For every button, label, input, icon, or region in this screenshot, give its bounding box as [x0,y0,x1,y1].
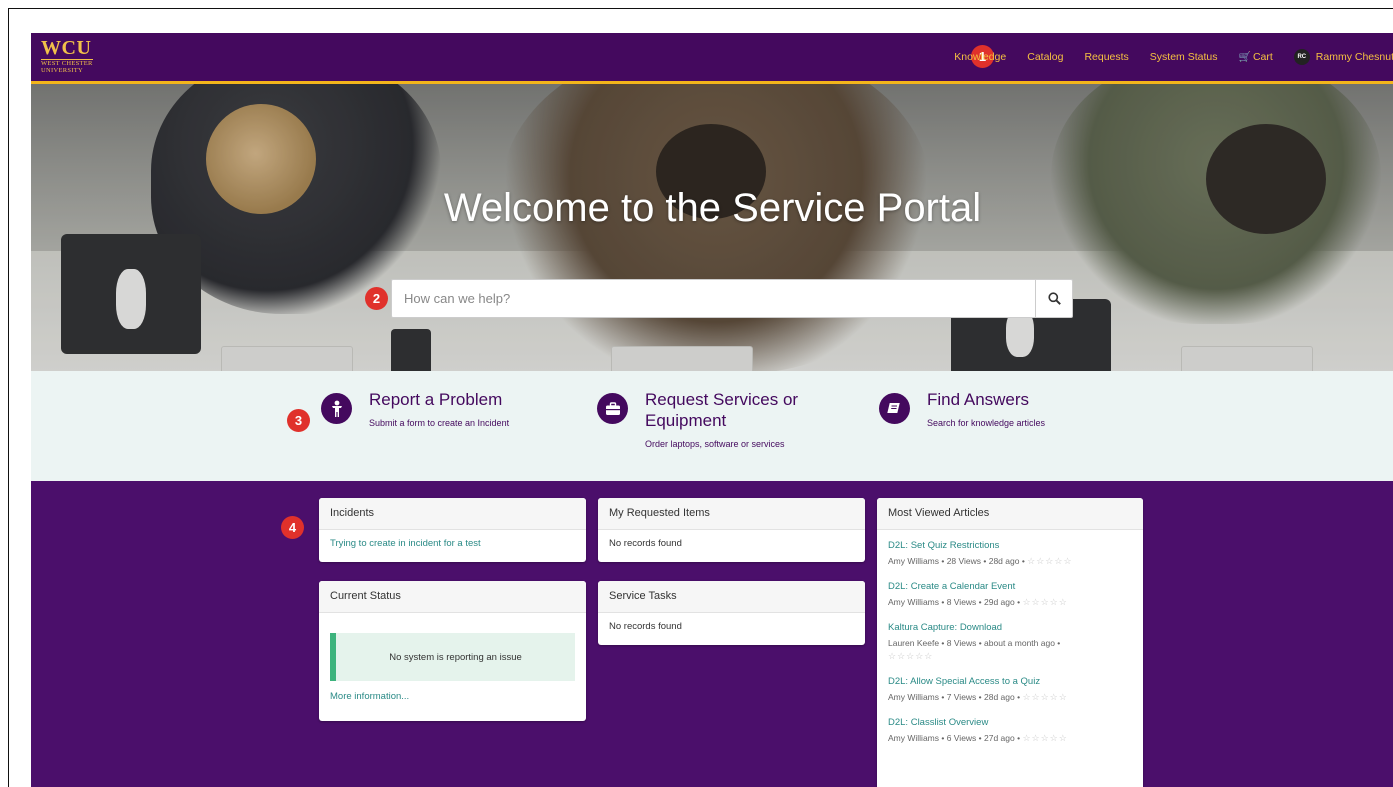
search-bar [391,279,1073,318]
callout-badge-4: 4 [281,516,304,539]
main-nav: Knowledge Catalog Requests System Status… [954,33,1393,81]
article-item: Kaltura Capture: Download Lauren Keefe •… [888,622,1132,663]
action-title-line-2: Equipment [645,411,727,430]
screenshot-frame: WCU WEST CHESTER UNIVERSITY 1 Knowledge … [8,8,1393,787]
nav-requests[interactable]: Requests [1084,51,1128,63]
article-link[interactable]: D2L: Create a Calendar Event [888,581,1132,592]
action-title: Find Answers [927,390,1030,409]
hero-banner: Welcome to the Service Portal 2 [31,84,1393,371]
current-status-widget: Current Status No system is reporting an… [319,581,586,721]
action-subtitle: Search for knowledge articles [927,418,1046,428]
action-find-answers[interactable]: Find Answers Search for knowledge articl… [879,389,1045,428]
search-button[interactable] [1035,280,1072,317]
cart-label: Cart [1252,51,1273,63]
quick-actions: 3 Report a Problem Submit a form to crea… [31,371,1393,481]
action-title-line-1: Request Services or [645,390,799,409]
action-request-services[interactable]: Request Services or Equipment Order lapt… [597,389,798,449]
article-item: D2L: Allow Special Access to a Quiz Amy … [888,676,1132,704]
top-navbar: WCU WEST CHESTER UNIVERSITY 1 Knowledge … [31,33,1393,84]
action-report-problem[interactable]: Report a Problem Submit a form to create… [321,389,509,428]
article-item: D2L: Classlist Overview Amy Williams • 6… [888,717,1132,745]
search-input[interactable] [392,280,1035,317]
avatar: RC [1293,49,1310,65]
article-link[interactable]: D2L: Classlist Overview [888,717,1132,728]
article-meta: Amy Williams • 28 Views • 28d ago • [888,556,1025,566]
user-name: Rammy Chesnut [1315,50,1393,63]
widget-title: Service Tasks [598,581,865,613]
person-icon [321,393,352,424]
article-item: D2L: Set Quiz Restrictions Amy Williams … [888,540,1132,568]
logo-text: WCU [41,37,92,59]
search-icon [1047,292,1061,305]
callout-badge-2: 2 [365,287,388,310]
more-information-link[interactable]: More information... [330,691,409,702]
article-meta: Lauren Keefe • 8 Views • about a month a… [888,638,1061,648]
status-message: No system is reporting an issue [330,633,575,681]
callout-badge-3: 3 [287,409,310,432]
incidents-widget: Incidents Trying to create in incident f… [319,498,586,562]
empty-text: No records found [609,538,682,549]
logo-subtext: WEST CHESTER UNIVERSITY [41,59,93,74]
article-link[interactable]: Kaltura Capture: Download [888,622,1132,633]
service-tasks-widget: Service Tasks No records found [598,581,865,645]
article-link[interactable]: D2L: Allow Special Access to a Quiz [888,676,1132,687]
rating-stars-icon: ☆☆☆☆☆ [888,651,934,661]
nav-catalog[interactable]: Catalog [1027,51,1063,63]
hero-title: Welcome to the Service Portal [443,186,982,230]
wcu-logo[interactable]: WCU WEST CHESTER UNIVERSITY [41,38,93,74]
widget-title: Incidents [319,498,586,530]
action-subtitle: Submit a form to create an Incident [369,418,510,428]
article-meta: Amy Williams • 8 Views • 29d ago • [888,597,1021,607]
nav-cart[interactable]: 🛒 Cart [1239,51,1273,63]
nav-system-status[interactable]: System Status [1150,51,1218,63]
article-list: D2L: Set Quiz Restrictions Amy Williams … [877,530,1143,766]
incident-link[interactable]: Trying to create in incident for a test [330,538,481,549]
logo-line-2: UNIVERSITY [41,66,83,74]
rating-stars-icon: ☆☆☆☆☆ [1022,692,1068,702]
book-icon [879,393,910,424]
cart-icon: 🛒 [1238,52,1251,63]
briefcase-icon [597,393,628,424]
empty-text: No records found [609,621,682,632]
user-menu[interactable]: RC Rammy Chesnut [1293,49,1393,65]
article-item: D2L: Create a Calendar Event Amy William… [888,581,1132,609]
widget-title: My Requested Items [598,498,865,530]
widget-title: Current Status [319,581,586,613]
rating-stars-icon: ☆☆☆☆☆ [1022,597,1068,607]
article-meta: Amy Williams • 6 Views • 27d ago • [888,733,1021,743]
nav-knowledge[interactable]: Knowledge [954,51,1006,63]
article-link[interactable]: D2L: Set Quiz Restrictions [888,540,1132,551]
action-subtitle: Order laptops, software or services [645,439,785,449]
most-viewed-articles-widget: Most Viewed Articles D2L: Set Quiz Restr… [877,498,1143,787]
widget-title: Most Viewed Articles [877,498,1143,530]
article-meta: Amy Williams • 7 Views • 28d ago • [888,692,1021,702]
status-text: No system is reporting an issue [389,651,522,663]
rating-stars-icon: ☆☆☆☆☆ [1022,733,1068,743]
requested-items-widget: My Requested Items No records found [598,498,865,562]
rating-stars-icon: ☆☆☆☆☆ [1027,556,1073,566]
service-portal: WCU WEST CHESTER UNIVERSITY 1 Knowledge … [31,33,1393,787]
action-title: Report a Problem [369,390,503,409]
